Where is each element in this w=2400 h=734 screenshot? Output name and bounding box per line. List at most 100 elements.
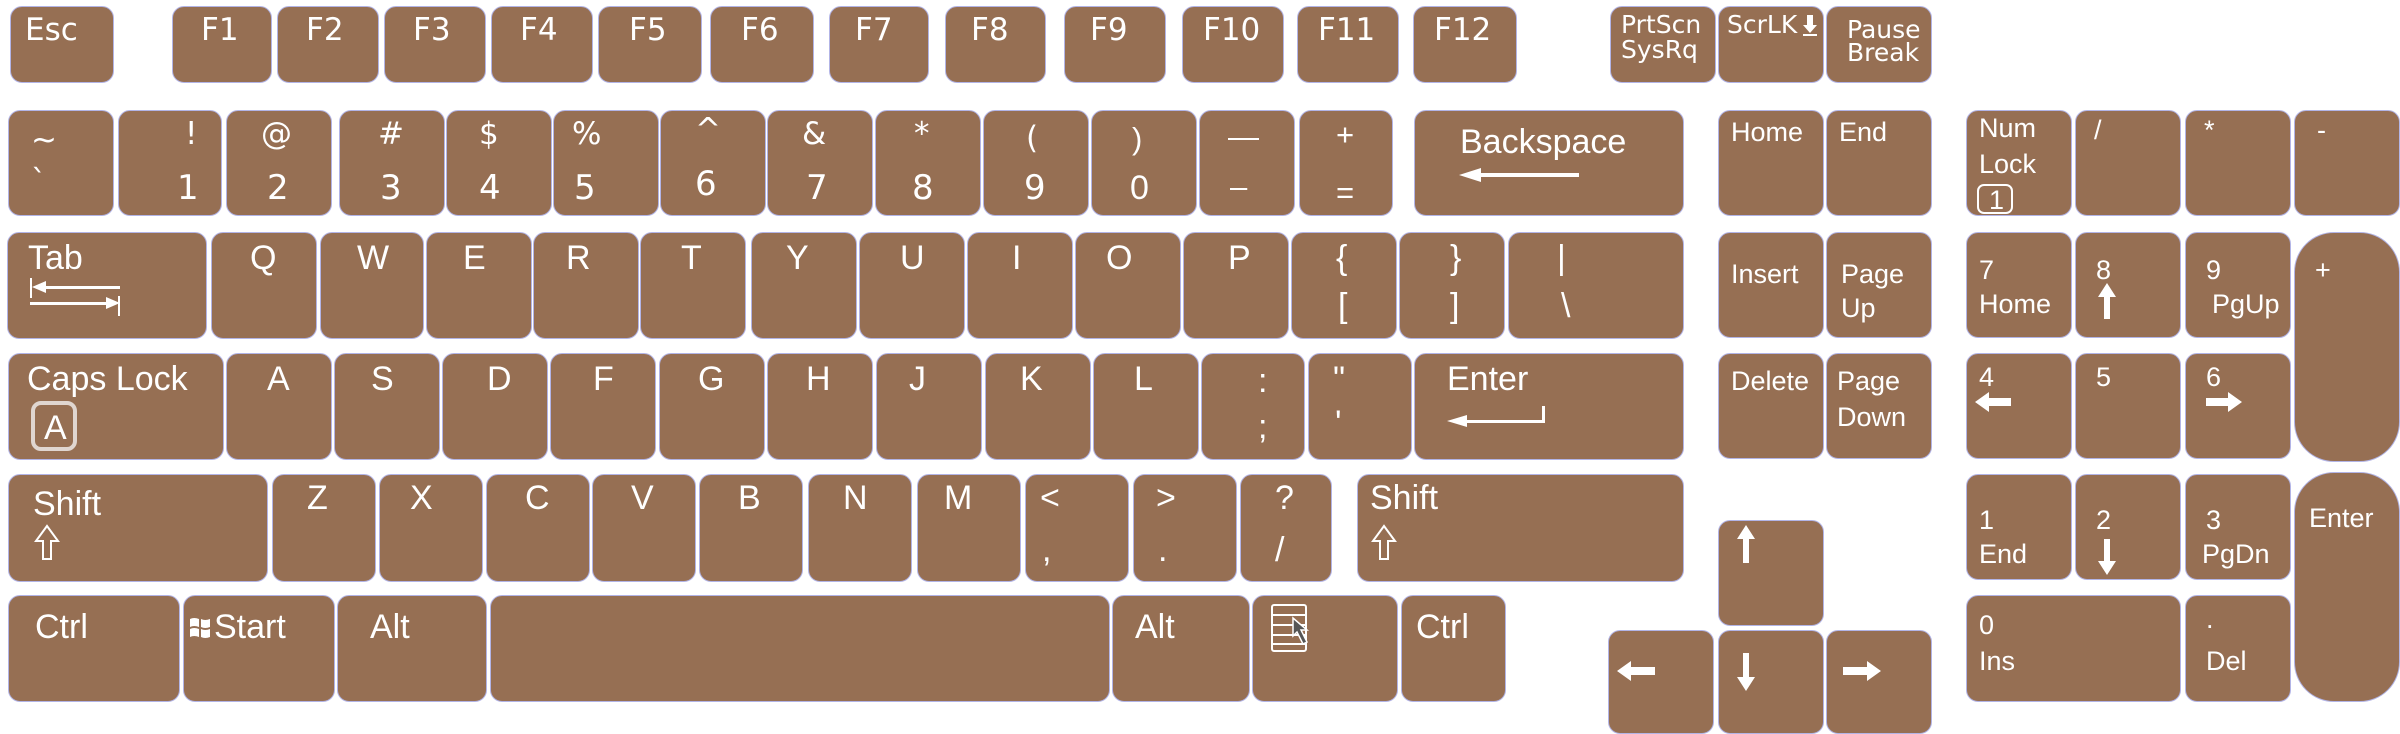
key-f12[interactable]: F12 bbox=[1413, 6, 1517, 83]
key-num-divide[interactable]: / bbox=[2075, 110, 2181, 216]
key-esc[interactable]: Esc bbox=[10, 6, 114, 83]
key-b[interactable]: B bbox=[699, 474, 803, 582]
key-quote[interactable]: " ' bbox=[1308, 353, 1412, 460]
key-menu[interactable] bbox=[1252, 595, 1398, 702]
key-pause[interactable]: Pause Break bbox=[1826, 6, 1932, 83]
key-right-bracket[interactable]: } ] bbox=[1399, 232, 1505, 339]
key-z[interactable]: Z bbox=[272, 474, 376, 582]
key-num-9[interactable]: 9 PgUp bbox=[2185, 232, 2291, 338]
key-f9[interactable]: F9 bbox=[1064, 6, 1166, 83]
key-j[interactable]: J bbox=[876, 353, 982, 460]
key-num-1[interactable]: 1 End bbox=[1966, 474, 2072, 580]
key-shift-left[interactable]: Shift bbox=[8, 474, 268, 582]
key-num-8[interactable]: 8 bbox=[2075, 232, 2181, 338]
key-u[interactable]: U bbox=[859, 232, 965, 339]
key-5[interactable]: % 5 bbox=[553, 110, 659, 216]
key-q[interactable]: Q bbox=[211, 232, 317, 339]
key-num-decimal[interactable]: . Del bbox=[2185, 595, 2291, 702]
key-page-down[interactable]: Page Down bbox=[1826, 353, 1932, 459]
key-num-0[interactable]: 0 Ins bbox=[1966, 595, 2181, 702]
key-tab[interactable]: Tab bbox=[7, 232, 207, 339]
key-s[interactable]: S bbox=[334, 353, 440, 460]
key-f2[interactable]: F2 bbox=[277, 6, 379, 83]
key-num-4[interactable]: 4 bbox=[1966, 353, 2072, 459]
key-arrow-down[interactable] bbox=[1718, 630, 1824, 734]
key-f11[interactable]: F11 bbox=[1297, 6, 1399, 83]
key-7[interactable]: & 7 bbox=[767, 110, 873, 216]
key-k[interactable]: K bbox=[985, 353, 1091, 460]
key-g[interactable]: G bbox=[659, 353, 765, 460]
key-print-screen[interactable]: PrtScn SysRq bbox=[1610, 6, 1716, 83]
key-4[interactable]: $ 4 bbox=[446, 110, 552, 216]
key-num-enter[interactable]: Enter bbox=[2294, 472, 2400, 702]
key-f6[interactable]: F6 bbox=[710, 6, 814, 83]
key-f4[interactable]: F4 bbox=[491, 6, 593, 83]
key-semicolon[interactable]: : ; bbox=[1201, 353, 1305, 460]
key-w[interactable]: W bbox=[320, 232, 424, 339]
key-equals[interactable]: + = bbox=[1299, 110, 1393, 216]
key-slash[interactable]: ? / bbox=[1240, 474, 1332, 582]
key-m[interactable]: M bbox=[917, 474, 1021, 582]
key-a[interactable]: A bbox=[226, 353, 332, 460]
key-insert[interactable]: Insert bbox=[1718, 232, 1824, 338]
key-f5[interactable]: F5 bbox=[598, 6, 702, 83]
key-3[interactable]: # 3 bbox=[339, 110, 445, 216]
key-num-3[interactable]: 3 PgDn bbox=[2185, 474, 2291, 580]
key-v[interactable]: V bbox=[592, 474, 696, 582]
key-9[interactable]: ( 9 bbox=[983, 110, 1089, 216]
key-scroll-lock[interactable]: ScrLK bbox=[1718, 6, 1824, 83]
key-p[interactable]: P bbox=[1183, 232, 1289, 339]
key-start[interactable]: Start bbox=[183, 595, 335, 702]
key-ctrl-left[interactable]: Ctrl bbox=[8, 595, 180, 702]
key-f10[interactable]: F10 bbox=[1182, 6, 1284, 83]
key-f7[interactable]: F7 bbox=[829, 6, 929, 83]
key-6[interactable]: ^ 6 bbox=[660, 110, 766, 216]
key-ctrl-right[interactable]: Ctrl bbox=[1401, 595, 1506, 702]
key-arrow-right[interactable] bbox=[1826, 630, 1932, 734]
key-alt-left[interactable]: Alt bbox=[337, 595, 487, 702]
key-end[interactable]: End bbox=[1826, 110, 1932, 216]
key-0[interactable]: ) 0 bbox=[1091, 110, 1197, 216]
key-f3[interactable]: F3 bbox=[384, 6, 486, 83]
key-c[interactable]: C bbox=[486, 474, 590, 582]
key-1[interactable]: ! 1 bbox=[118, 110, 222, 216]
key-period[interactable]: > . bbox=[1133, 474, 1237, 582]
key-num-multiply[interactable]: * bbox=[2185, 110, 2291, 216]
key-f1[interactable]: F1 bbox=[172, 6, 272, 83]
key-num-7[interactable]: 7 Home bbox=[1966, 232, 2072, 338]
key-page-up[interactable]: Page Up bbox=[1826, 232, 1932, 338]
key-backslash[interactable]: | \ bbox=[1508, 232, 1684, 339]
key-l[interactable]: L bbox=[1093, 353, 1199, 460]
key-num-2[interactable]: 2 bbox=[2075, 474, 2181, 580]
key-num-minus[interactable]: - bbox=[2294, 110, 2400, 216]
key-n[interactable]: N bbox=[808, 474, 912, 582]
key-t[interactable]: T bbox=[640, 232, 746, 339]
key-i[interactable]: I bbox=[967, 232, 1073, 339]
key-backtick[interactable]: ~ ` bbox=[8, 110, 114, 216]
key-o[interactable]: O bbox=[1075, 232, 1181, 339]
key-delete[interactable]: Delete bbox=[1718, 353, 1824, 459]
key-x[interactable]: X bbox=[379, 474, 483, 582]
key-caps-lock[interactable]: Caps Lock A bbox=[8, 353, 224, 460]
key-shift-right[interactable]: Shift bbox=[1357, 474, 1684, 582]
key-h[interactable]: H bbox=[767, 353, 873, 460]
key-num-6[interactable]: 6 bbox=[2185, 353, 2291, 459]
key-num-5[interactable]: 5 bbox=[2075, 353, 2181, 459]
key-home[interactable]: Home bbox=[1718, 110, 1824, 216]
key-f[interactable]: F bbox=[550, 353, 656, 460]
key-alt-right[interactable]: Alt bbox=[1112, 595, 1250, 702]
key-8[interactable]: * 8 bbox=[875, 110, 981, 216]
key-minus[interactable]: — – bbox=[1199, 110, 1295, 216]
key-arrow-left[interactable] bbox=[1608, 630, 1714, 734]
key-enter[interactable]: Enter bbox=[1414, 353, 1684, 460]
key-arrow-up[interactable] bbox=[1718, 520, 1824, 626]
key-num-plus[interactable]: + bbox=[2294, 232, 2400, 462]
key-f8[interactable]: F8 bbox=[945, 6, 1046, 83]
key-comma[interactable]: < , bbox=[1025, 474, 1129, 582]
key-y[interactable]: Y bbox=[751, 232, 857, 339]
key-e[interactable]: E bbox=[426, 232, 532, 339]
key-space[interactable] bbox=[490, 595, 1110, 702]
key-num-lock[interactable]: Num Lock 1 bbox=[1966, 110, 2072, 216]
key-left-bracket[interactable]: { [ bbox=[1291, 232, 1397, 339]
key-2[interactable]: @ 2 bbox=[226, 110, 332, 216]
